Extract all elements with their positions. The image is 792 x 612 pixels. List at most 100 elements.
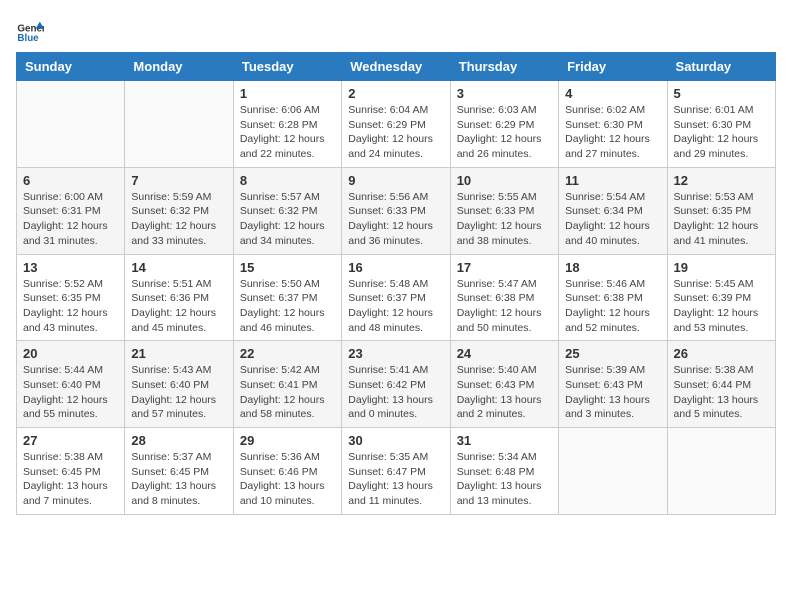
day-info: Sunrise: 6:03 AM Sunset: 6:29 PM Dayligh… <box>457 103 552 162</box>
day-number: 25 <box>565 346 660 361</box>
calendar-cell: 23 Sunrise: 5:41 AM Sunset: 6:42 PM Dayli… <box>342 341 450 428</box>
day-number: 26 <box>674 346 769 361</box>
calendar-cell: 14 Sunrise: 5:51 AM Sunset: 6:36 PM Dayli… <box>125 254 233 341</box>
calendar-cell: 30Sunrise: 5:35 AM Sunset: 6:47 PM Dayli… <box>342 428 450 515</box>
day-number: 6 <box>23 173 118 188</box>
day-number: 1 <box>240 86 335 101</box>
calendar-cell: 10Sunrise: 5:55 AM Sunset: 6:33 PM Dayli… <box>450 167 558 254</box>
calendar-cell: 25 Sunrise: 5:39 AM Sunset: 6:43 PM Dayli… <box>559 341 667 428</box>
logo: General Blue <box>16 16 52 44</box>
weekday-header-thursday: Thursday <box>450 53 558 81</box>
day-number: 27 <box>23 433 118 448</box>
day-number: 21 <box>131 346 226 361</box>
day-info: Sunrise: 5:41 AM Sunset: 6:42 PM Dayligh… <box>348 363 443 422</box>
calendar-cell: 5 Sunrise: 6:01 AM Sunset: 6:30 PM Daylig… <box>667 81 775 168</box>
calendar-cell: 19 Sunrise: 5:45 AM Sunset: 6:39 PM Dayli… <box>667 254 775 341</box>
day-info: Sunrise: 5:52 AM Sunset: 6:35 PM Dayligh… <box>23 277 118 336</box>
weekday-header-wednesday: Wednesday <box>342 53 450 81</box>
day-info: Sunrise: 5:39 AM Sunset: 6:43 PM Dayligh… <box>565 363 660 422</box>
day-info: Sunrise: 6:04 AM Sunset: 6:29 PM Dayligh… <box>348 103 443 162</box>
day-info: Sunrise: 5:36 AM Sunset: 6:46 PM Dayligh… <box>240 450 335 509</box>
day-info: Sunrise: 5:57 AM Sunset: 6:32 PM Dayligh… <box>240 190 335 249</box>
day-number: 31 <box>457 433 552 448</box>
day-info: Sunrise: 5:38 AM Sunset: 6:45 PM Dayligh… <box>23 450 118 509</box>
calendar-cell: 3 Sunrise: 6:03 AM Sunset: 6:29 PM Daylig… <box>450 81 558 168</box>
calendar-cell: 31 Sunrise: 5:34 AM Sunset: 6:48 PM Dayli… <box>450 428 558 515</box>
calendar-cell <box>667 428 775 515</box>
calendar-week-row: 27 Sunrise: 5:38 AM Sunset: 6:45 PM Dayli… <box>17 428 776 515</box>
calendar-cell <box>125 81 233 168</box>
day-info: Sunrise: 5:51 AM Sunset: 6:36 PM Dayligh… <box>131 277 226 336</box>
calendar-cell: 6 Sunrise: 6:00 AM Sunset: 6:31 PM Daylig… <box>17 167 125 254</box>
calendar-cell: 18 Sunrise: 5:46 AM Sunset: 6:38 PM Dayli… <box>559 254 667 341</box>
calendar-cell: 29Sunrise: 5:36 AM Sunset: 6:46 PM Dayli… <box>233 428 341 515</box>
day-info: Sunrise: 5:43 AM Sunset: 6:40 PM Dayligh… <box>131 363 226 422</box>
calendar-cell: 12Sunrise: 5:53 AM Sunset: 6:35 PM Dayli… <box>667 167 775 254</box>
calendar-cell: 24 Sunrise: 5:40 AM Sunset: 6:43 PM Dayli… <box>450 341 558 428</box>
weekday-header-friday: Friday <box>559 53 667 81</box>
day-info: Sunrise: 5:45 AM Sunset: 6:39 PM Dayligh… <box>674 277 769 336</box>
calendar-cell: 15Sunrise: 5:50 AM Sunset: 6:37 PM Dayli… <box>233 254 341 341</box>
calendar-cell: 21 Sunrise: 5:43 AM Sunset: 6:40 PM Dayli… <box>125 341 233 428</box>
calendar-cell: 11 Sunrise: 5:54 AM Sunset: 6:34 PM Dayli… <box>559 167 667 254</box>
day-number: 12 <box>674 173 769 188</box>
day-number: 18 <box>565 260 660 275</box>
day-number: 24 <box>457 346 552 361</box>
day-number: 19 <box>674 260 769 275</box>
calendar-table: SundayMondayTuesdayWednesdayThursdayFrid… <box>16 52 776 515</box>
calendar-cell: 1 Sunrise: 6:06 AM Sunset: 6:28 PM Daylig… <box>233 81 341 168</box>
day-info: Sunrise: 5:55 AM Sunset: 6:33 PM Dayligh… <box>457 190 552 249</box>
calendar-cell: 16 Sunrise: 5:48 AM Sunset: 6:37 PM Dayli… <box>342 254 450 341</box>
calendar-cell: 22Sunrise: 5:42 AM Sunset: 6:41 PM Dayli… <box>233 341 341 428</box>
calendar-cell <box>17 81 125 168</box>
day-number: 3 <box>457 86 552 101</box>
day-info: Sunrise: 5:54 AM Sunset: 6:34 PM Dayligh… <box>565 190 660 249</box>
day-info: Sunrise: 5:50 AM Sunset: 6:37 PM Dayligh… <box>240 277 335 336</box>
day-number: 11 <box>565 173 660 188</box>
calendar-cell: 9 Sunrise: 5:56 AM Sunset: 6:33 PM Daylig… <box>342 167 450 254</box>
day-info: Sunrise: 6:00 AM Sunset: 6:31 PM Dayligh… <box>23 190 118 249</box>
day-info: Sunrise: 5:59 AM Sunset: 6:32 PM Dayligh… <box>131 190 226 249</box>
weekday-header-saturday: Saturday <box>667 53 775 81</box>
calendar-week-row: 6 Sunrise: 6:00 AM Sunset: 6:31 PM Daylig… <box>17 167 776 254</box>
calendar-week-row: 20Sunrise: 5:44 AM Sunset: 6:40 PM Dayli… <box>17 341 776 428</box>
day-number: 23 <box>348 346 443 361</box>
day-number: 5 <box>674 86 769 101</box>
day-info: Sunrise: 6:06 AM Sunset: 6:28 PM Dayligh… <box>240 103 335 162</box>
calendar-cell <box>559 428 667 515</box>
calendar-week-row: 1 Sunrise: 6:06 AM Sunset: 6:28 PM Daylig… <box>17 81 776 168</box>
day-info: Sunrise: 5:34 AM Sunset: 6:48 PM Dayligh… <box>457 450 552 509</box>
svg-text:Blue: Blue <box>17 33 39 44</box>
day-info: Sunrise: 5:35 AM Sunset: 6:47 PM Dayligh… <box>348 450 443 509</box>
calendar-cell: 28Sunrise: 5:37 AM Sunset: 6:45 PM Dayli… <box>125 428 233 515</box>
day-number: 7 <box>131 173 226 188</box>
calendar-header-row: SundayMondayTuesdayWednesdayThursdayFrid… <box>17 53 776 81</box>
day-number: 2 <box>348 86 443 101</box>
weekday-header-sunday: Sunday <box>17 53 125 81</box>
calendar-cell: 13Sunrise: 5:52 AM Sunset: 6:35 PM Dayli… <box>17 254 125 341</box>
day-number: 16 <box>348 260 443 275</box>
calendar-week-row: 13Sunrise: 5:52 AM Sunset: 6:35 PM Dayli… <box>17 254 776 341</box>
day-number: 28 <box>131 433 226 448</box>
day-info: Sunrise: 5:44 AM Sunset: 6:40 PM Dayligh… <box>23 363 118 422</box>
day-info: Sunrise: 5:46 AM Sunset: 6:38 PM Dayligh… <box>565 277 660 336</box>
day-info: Sunrise: 5:48 AM Sunset: 6:37 PM Dayligh… <box>348 277 443 336</box>
calendar-cell: 27 Sunrise: 5:38 AM Sunset: 6:45 PM Dayli… <box>17 428 125 515</box>
day-number: 4 <box>565 86 660 101</box>
day-info: Sunrise: 6:02 AM Sunset: 6:30 PM Dayligh… <box>565 103 660 162</box>
day-info: Sunrise: 5:56 AM Sunset: 6:33 PM Dayligh… <box>348 190 443 249</box>
weekday-header-tuesday: Tuesday <box>233 53 341 81</box>
logo-icon: General Blue <box>16 16 44 44</box>
day-number: 8 <box>240 173 335 188</box>
header: General Blue <box>16 16 776 44</box>
day-info: Sunrise: 5:42 AM Sunset: 6:41 PM Dayligh… <box>240 363 335 422</box>
day-number: 9 <box>348 173 443 188</box>
day-info: Sunrise: 6:01 AM Sunset: 6:30 PM Dayligh… <box>674 103 769 162</box>
day-number: 14 <box>131 260 226 275</box>
day-info: Sunrise: 5:38 AM Sunset: 6:44 PM Dayligh… <box>674 363 769 422</box>
day-info: Sunrise: 5:40 AM Sunset: 6:43 PM Dayligh… <box>457 363 552 422</box>
day-number: 17 <box>457 260 552 275</box>
calendar-cell: 8 Sunrise: 5:57 AM Sunset: 6:32 PM Daylig… <box>233 167 341 254</box>
calendar-cell: 4 Sunrise: 6:02 AM Sunset: 6:30 PM Daylig… <box>559 81 667 168</box>
day-info: Sunrise: 5:47 AM Sunset: 6:38 PM Dayligh… <box>457 277 552 336</box>
